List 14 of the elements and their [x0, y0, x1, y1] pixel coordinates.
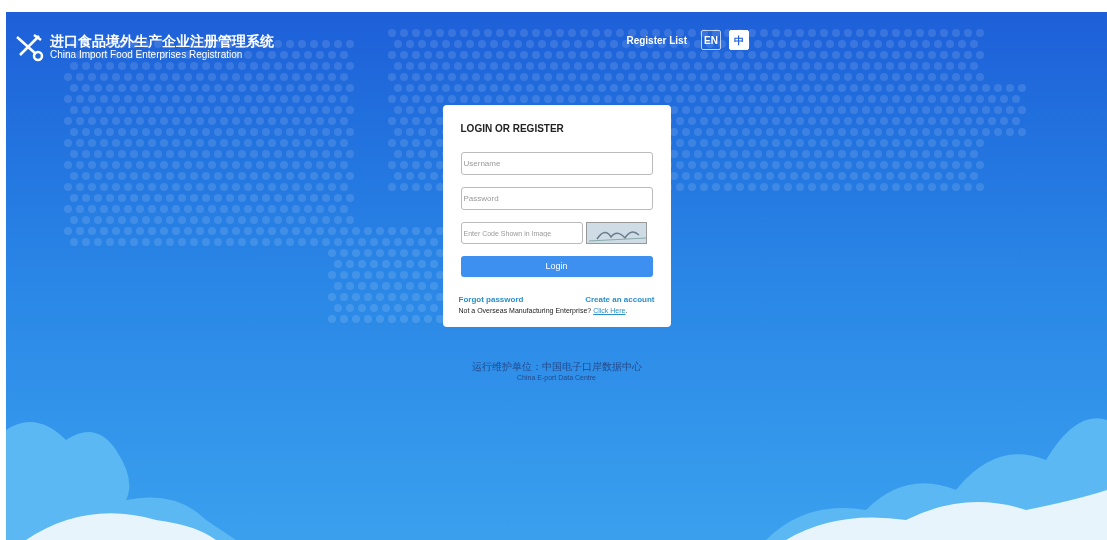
system-subtitle: China Import Food Enterprises Registration — [50, 49, 244, 61]
register-list-link[interactable]: Register List — [626, 32, 687, 48]
captcha-image[interactable] — [585, 222, 647, 244]
footer-operator-text: 运行维护单位：中国电子口岸数据中心 — [471, 360, 642, 373]
system-title: 进口食品境外生产企业注册管理系统 — [50, 33, 274, 49]
login-button[interactable]: Login — [460, 256, 653, 277]
language-button[interactable]: 中 — [729, 30, 749, 50]
username-field[interactable]: Username — [460, 152, 653, 175]
login-heading: LOGIN OR REGISTER — [460, 122, 565, 136]
create-account-link[interactable]: Create an account — [585, 294, 655, 306]
tools-logo-icon — [14, 32, 44, 62]
language-button[interactable]: EN — [701, 30, 721, 50]
forgot-password-link[interactable]: Forgot password — [458, 294, 524, 306]
password-field[interactable]: Password — [460, 187, 653, 210]
